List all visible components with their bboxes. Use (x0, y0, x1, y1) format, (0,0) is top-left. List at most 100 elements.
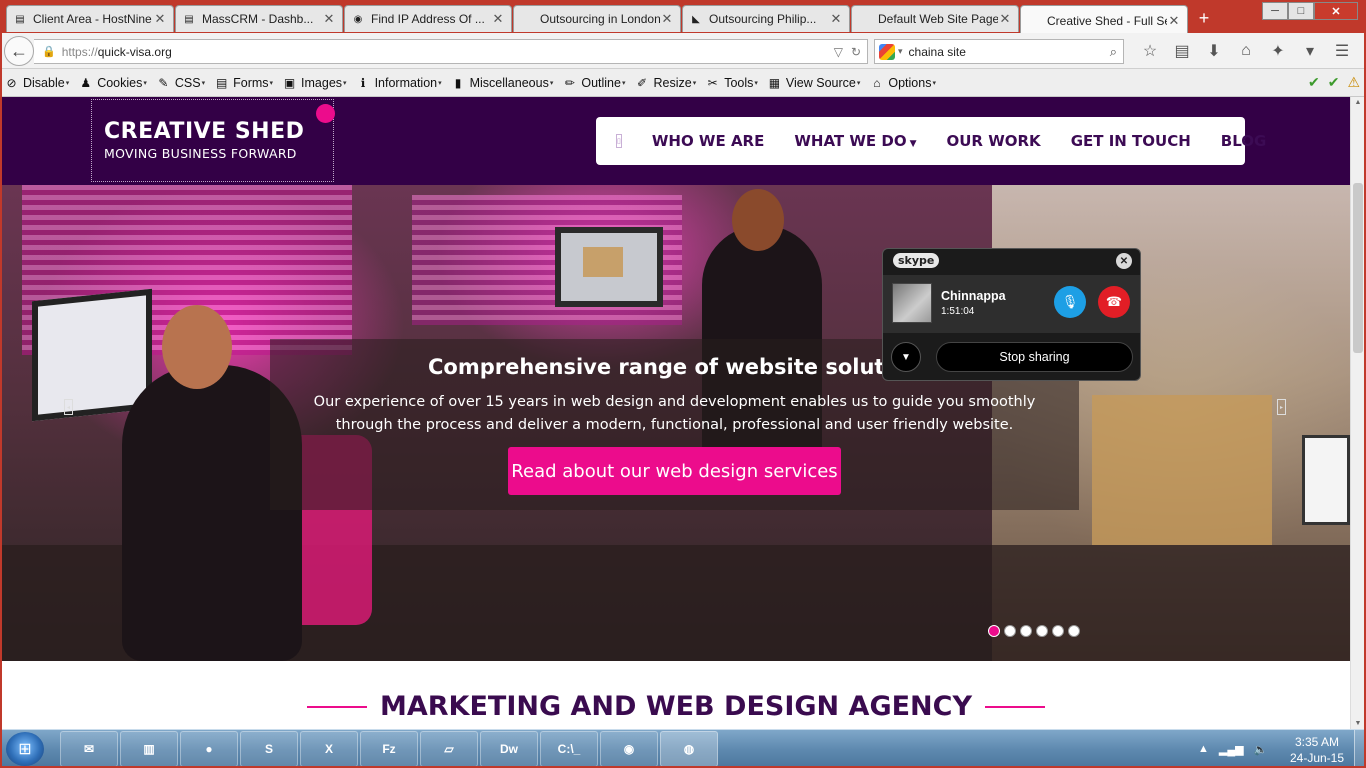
browser-tab[interactable]: Creative Shed - Full Ser...✕ (1020, 5, 1188, 35)
slider-dot[interactable] (1020, 625, 1032, 637)
scrollbar-thumb[interactable] (1353, 183, 1363, 353)
bookmark-star-icon[interactable]: ☆ (1134, 40, 1166, 62)
microphone-button[interactable]: 🎙 (1054, 286, 1086, 318)
new-tab-button[interactable]: + (1189, 5, 1219, 32)
devtoolbar-view-source-menu[interactable]: ▦ View Source ▾ (767, 75, 861, 90)
close-tab-icon[interactable]: ✕ (998, 11, 1012, 27)
browser-tab[interactable]: Outsourcing in London ✕ (513, 5, 681, 32)
url-bar[interactable]: 🔒 https://quick-visa.org ▽ ↻ (34, 39, 868, 64)
home-icon[interactable]: ⌂ (1230, 40, 1262, 62)
nav-who-we-are[interactable]: WHO WE ARE (652, 132, 765, 150)
volume-icon[interactable]: 🔈 (1254, 743, 1268, 756)
devtoolbar-css-menu[interactable]: ✎ CSS ▾ (156, 75, 205, 90)
css-valid-check-icon[interactable]: ✔ (1308, 74, 1320, 91)
scroll-up-icon[interactable]: ▲ (1353, 99, 1363, 106)
tab-bar: ▤ Client Area - HostNine ... ✕ ▤ MassCRM - D… (0, 0, 1366, 35)
addon-dropdown-icon[interactable]: ▾ (1294, 40, 1326, 62)
search-input[interactable]: chaina site (909, 45, 1110, 59)
devtoolbar-label: Disable (23, 75, 65, 90)
nav-blog[interactable]: BLOG (1221, 132, 1267, 150)
taskbar-notepad-button[interactable]: ▱ (420, 731, 478, 767)
url-dropdown-icon[interactable]: ▽ (834, 45, 843, 59)
tab-title: Find IP Address Of ... (371, 12, 485, 26)
close-tab-icon[interactable]: ✕ (153, 11, 167, 27)
slider-dot[interactable] (1036, 625, 1048, 637)
start-button[interactable]: ⊞ (6, 732, 44, 766)
hero-photo-frame (1302, 435, 1350, 525)
network-icon[interactable]: ▂▄▆ (1219, 743, 1244, 756)
close-tab-icon[interactable]: ✕ (491, 11, 505, 27)
slider-next-arrow-icon[interactable]: ▸ (1277, 399, 1286, 415)
close-window-button[interactable]: ✕ (1314, 2, 1358, 20)
taskbar-skype-button[interactable]: S (240, 731, 298, 767)
slider-dot[interactable] (1004, 625, 1016, 637)
google-engine-icon[interactable] (879, 43, 895, 60)
taskbar-filezilla-button[interactable]: Fz (360, 731, 418, 767)
page-scrollbar[interactable]: ▲ ▼ (1350, 97, 1364, 729)
taskbar-chrome-button[interactable]: ● (180, 731, 238, 767)
menu-icon[interactable]: ☰ (1326, 40, 1358, 62)
taskbar-outlook-button[interactable]: ✉ (60, 731, 118, 767)
heading-rule-right (985, 705, 1046, 708)
reload-icon[interactable]: ↻ (851, 45, 861, 59)
devtoolbar-miscellaneous-menu[interactable]: ▮ Miscellaneous ▾ (451, 75, 554, 90)
browser-tab[interactable]: ◉ Find IP Address Of ... ✕ (344, 5, 512, 32)
devtoolbar-resize-menu[interactable]: ✐ Resize ▾ (634, 75, 696, 90)
devtoolbar-tools-menu[interactable]: ✂ Tools ▾ (705, 75, 758, 90)
slider-dot[interactable] (1068, 625, 1080, 637)
reading-list-icon[interactable]: ▤ (1166, 40, 1198, 62)
devtoolbar-options-menu[interactable]: ⌂ Options ▾ (869, 75, 936, 90)
browser-tab[interactable]: ▤ Client Area - HostNine ... ✕ (6, 5, 174, 32)
devtoolbar-cookies-menu[interactable]: ♟ Cookies ▾ (78, 75, 147, 90)
browser-tab[interactable]: ◣ Outsourcing Philip... ✕ (682, 5, 850, 32)
scroll-down-icon[interactable]: ▼ (1353, 720, 1363, 727)
devtoolbar-images-menu[interactable]: ▣ Images ▾ (282, 75, 347, 90)
skype-close-button[interactable]: ✕ (1116, 253, 1132, 269)
close-tab-icon[interactable]: ✕ (1167, 13, 1181, 29)
window-controls: ─ □ ✕ (1262, 2, 1358, 20)
taskbar-excel-button[interactable]: X (300, 731, 358, 767)
nav-get-in-touch[interactable]: GET IN TOUCH (1071, 132, 1191, 150)
tab-title: Default Web Site Page (878, 12, 998, 26)
browser-tab[interactable]: ▤ MassCRM - Dashb... ✕ (175, 5, 343, 32)
close-tab-icon[interactable]: ✕ (829, 11, 843, 27)
addon-icon[interactable]: ✦ (1262, 40, 1294, 62)
nav-label: WHO WE ARE (651, 132, 765, 150)
hang-up-button[interactable]: ☎ (1098, 286, 1130, 318)
search-icon[interactable]: ⌕ (1110, 44, 1117, 60)
devtoolbar-forms-menu[interactable]: ▤ Forms ▾ (214, 75, 273, 90)
taskbar-webcam-button[interactable]: ◉ (600, 731, 658, 767)
engine-dropdown-icon[interactable]: ▾ (898, 46, 903, 57)
taskbar-explorer-button[interactable]: ▥ (120, 731, 178, 767)
devtoolbar-outline-menu[interactable]: ✏ Outline ▾ (562, 75, 626, 90)
taskbar-cmd-button[interactable]: C:\_ (540, 731, 598, 767)
search-bar[interactable]: ▾ chaina site ⌕ (874, 39, 1124, 64)
heading-rule-left (306, 705, 367, 708)
browser-tab[interactable]: Default Web Site Page ✕ (851, 5, 1019, 32)
site-logo[interactable]: CREATIVE SHED MOVING BUSINESS FORWARD (91, 99, 335, 182)
taskbar-firefox-button[interactable]: ◍ (660, 731, 718, 767)
web-design-services-button[interactable]: Read about our web design services (508, 447, 841, 495)
taskbar-dreamweaver-button[interactable]: Dw (480, 731, 538, 767)
close-tab-icon[interactable]: ✕ (660, 11, 674, 27)
devtoolbar-information-menu[interactable]: ℹ Information ▾ (356, 75, 442, 90)
expand-button[interactable]: ▼ (891, 342, 921, 372)
warning-icon[interactable]: ⚠ (1347, 74, 1360, 91)
js-valid-check-icon[interactable]: ✔ (1328, 74, 1340, 91)
nav-our-work[interactable]: OUR WORK (947, 132, 1041, 150)
system-clock[interactable]: 3:35 AM 24-Jun-15 (1282, 734, 1352, 766)
slider-dot[interactable] (988, 625, 1000, 637)
close-tab-icon[interactable]: ✕ (322, 11, 336, 27)
slider-prev-arrow-icon[interactable]: ◂ (64, 399, 73, 415)
download-icon[interactable]: ⬇ (1198, 40, 1230, 62)
maximize-button[interactable]: □ (1288, 2, 1314, 20)
back-button[interactable]: ← (4, 36, 34, 66)
tray-expand-icon[interactable]: ▲ (1198, 743, 1209, 755)
show-desktop-button[interactable] (1354, 730, 1366, 768)
devtoolbar-disable-menu[interactable]: ⊘ Disable ▾ (4, 75, 69, 90)
slider-dot[interactable] (1052, 625, 1064, 637)
nav-what-we-do[interactable]: WHAT WE DO ▼ (794, 132, 916, 150)
stop-sharing-button[interactable]: Stop sharing (936, 342, 1133, 372)
minimize-button[interactable]: ─ (1262, 2, 1288, 20)
clock-time: 3:35 AM (1294, 735, 1340, 749)
